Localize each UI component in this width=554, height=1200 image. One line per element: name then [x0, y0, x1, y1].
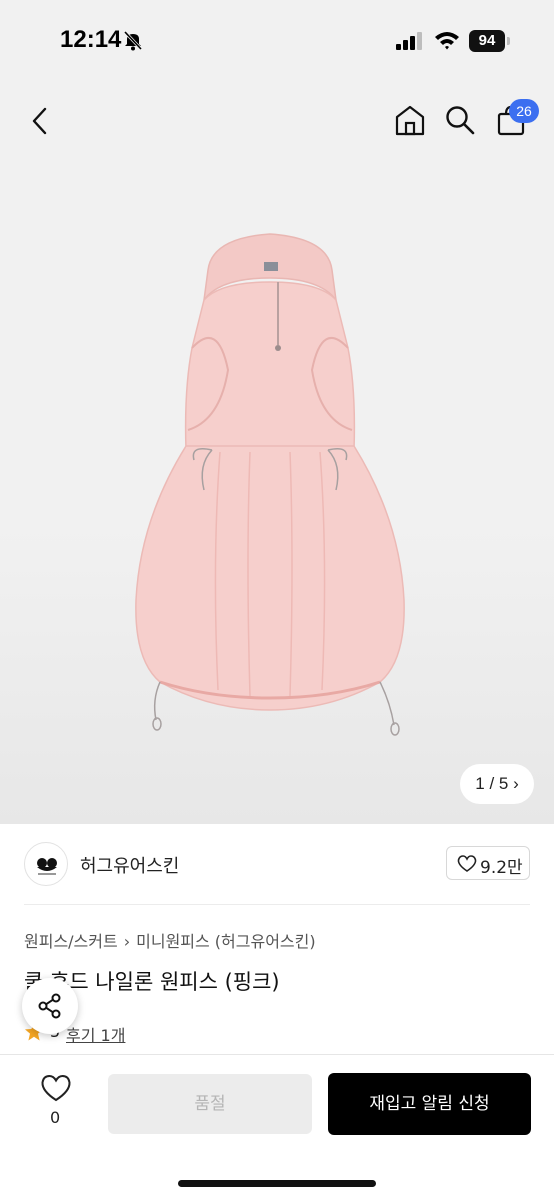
- battery-indicator: 94: [469, 30, 505, 52]
- restock-alert-button[interactable]: 재입고 알림 신청: [328, 1073, 531, 1135]
- back-icon[interactable]: [26, 104, 56, 142]
- cart-count-badge: 26: [509, 99, 539, 123]
- wifi-icon: [434, 30, 460, 54]
- wishlist-heart-icon[interactable]: [40, 1074, 72, 1106]
- status-bar: 12:14 94: [0, 0, 554, 80]
- image-pager[interactable]: 1 / 5 ›: [460, 764, 534, 804]
- brand-logo[interactable]: [24, 842, 68, 886]
- home-indicator: [178, 1180, 376, 1187]
- heart-icon: [457, 855, 477, 877]
- signal-icon: [396, 32, 424, 54]
- divider: [24, 904, 530, 905]
- battery-tip: [507, 37, 510, 45]
- brand-like-button[interactable]: 9.2만: [446, 846, 530, 880]
- wishlist-count: 0: [50, 1108, 61, 1127]
- soldout-button: 품절: [108, 1074, 312, 1134]
- product-image: [135, 233, 405, 736]
- share-button[interactable]: [22, 978, 78, 1034]
- bell-off-icon: [122, 29, 144, 55]
- search-icon[interactable]: [444, 104, 476, 140]
- home-icon[interactable]: [394, 104, 426, 140]
- brand-name[interactable]: 허그유어스킨: [80, 852, 179, 878]
- breadcrumb-category[interactable]: 원피스/스커트: [24, 932, 118, 951]
- breadcrumb-separator: ›: [123, 932, 131, 951]
- breadcrumb-subcategory[interactable]: 미니원피스 (허그유어스킨): [136, 932, 316, 951]
- brand-like-count: 9.2만: [480, 858, 523, 878]
- breadcrumb: 원피스/스커트 › 미니원피스 (허그유어스킨): [24, 928, 316, 952]
- review-link[interactable]: 후기 1개: [66, 1022, 125, 1046]
- share-icon: [38, 993, 61, 1019]
- status-time: 12:14: [60, 26, 122, 53]
